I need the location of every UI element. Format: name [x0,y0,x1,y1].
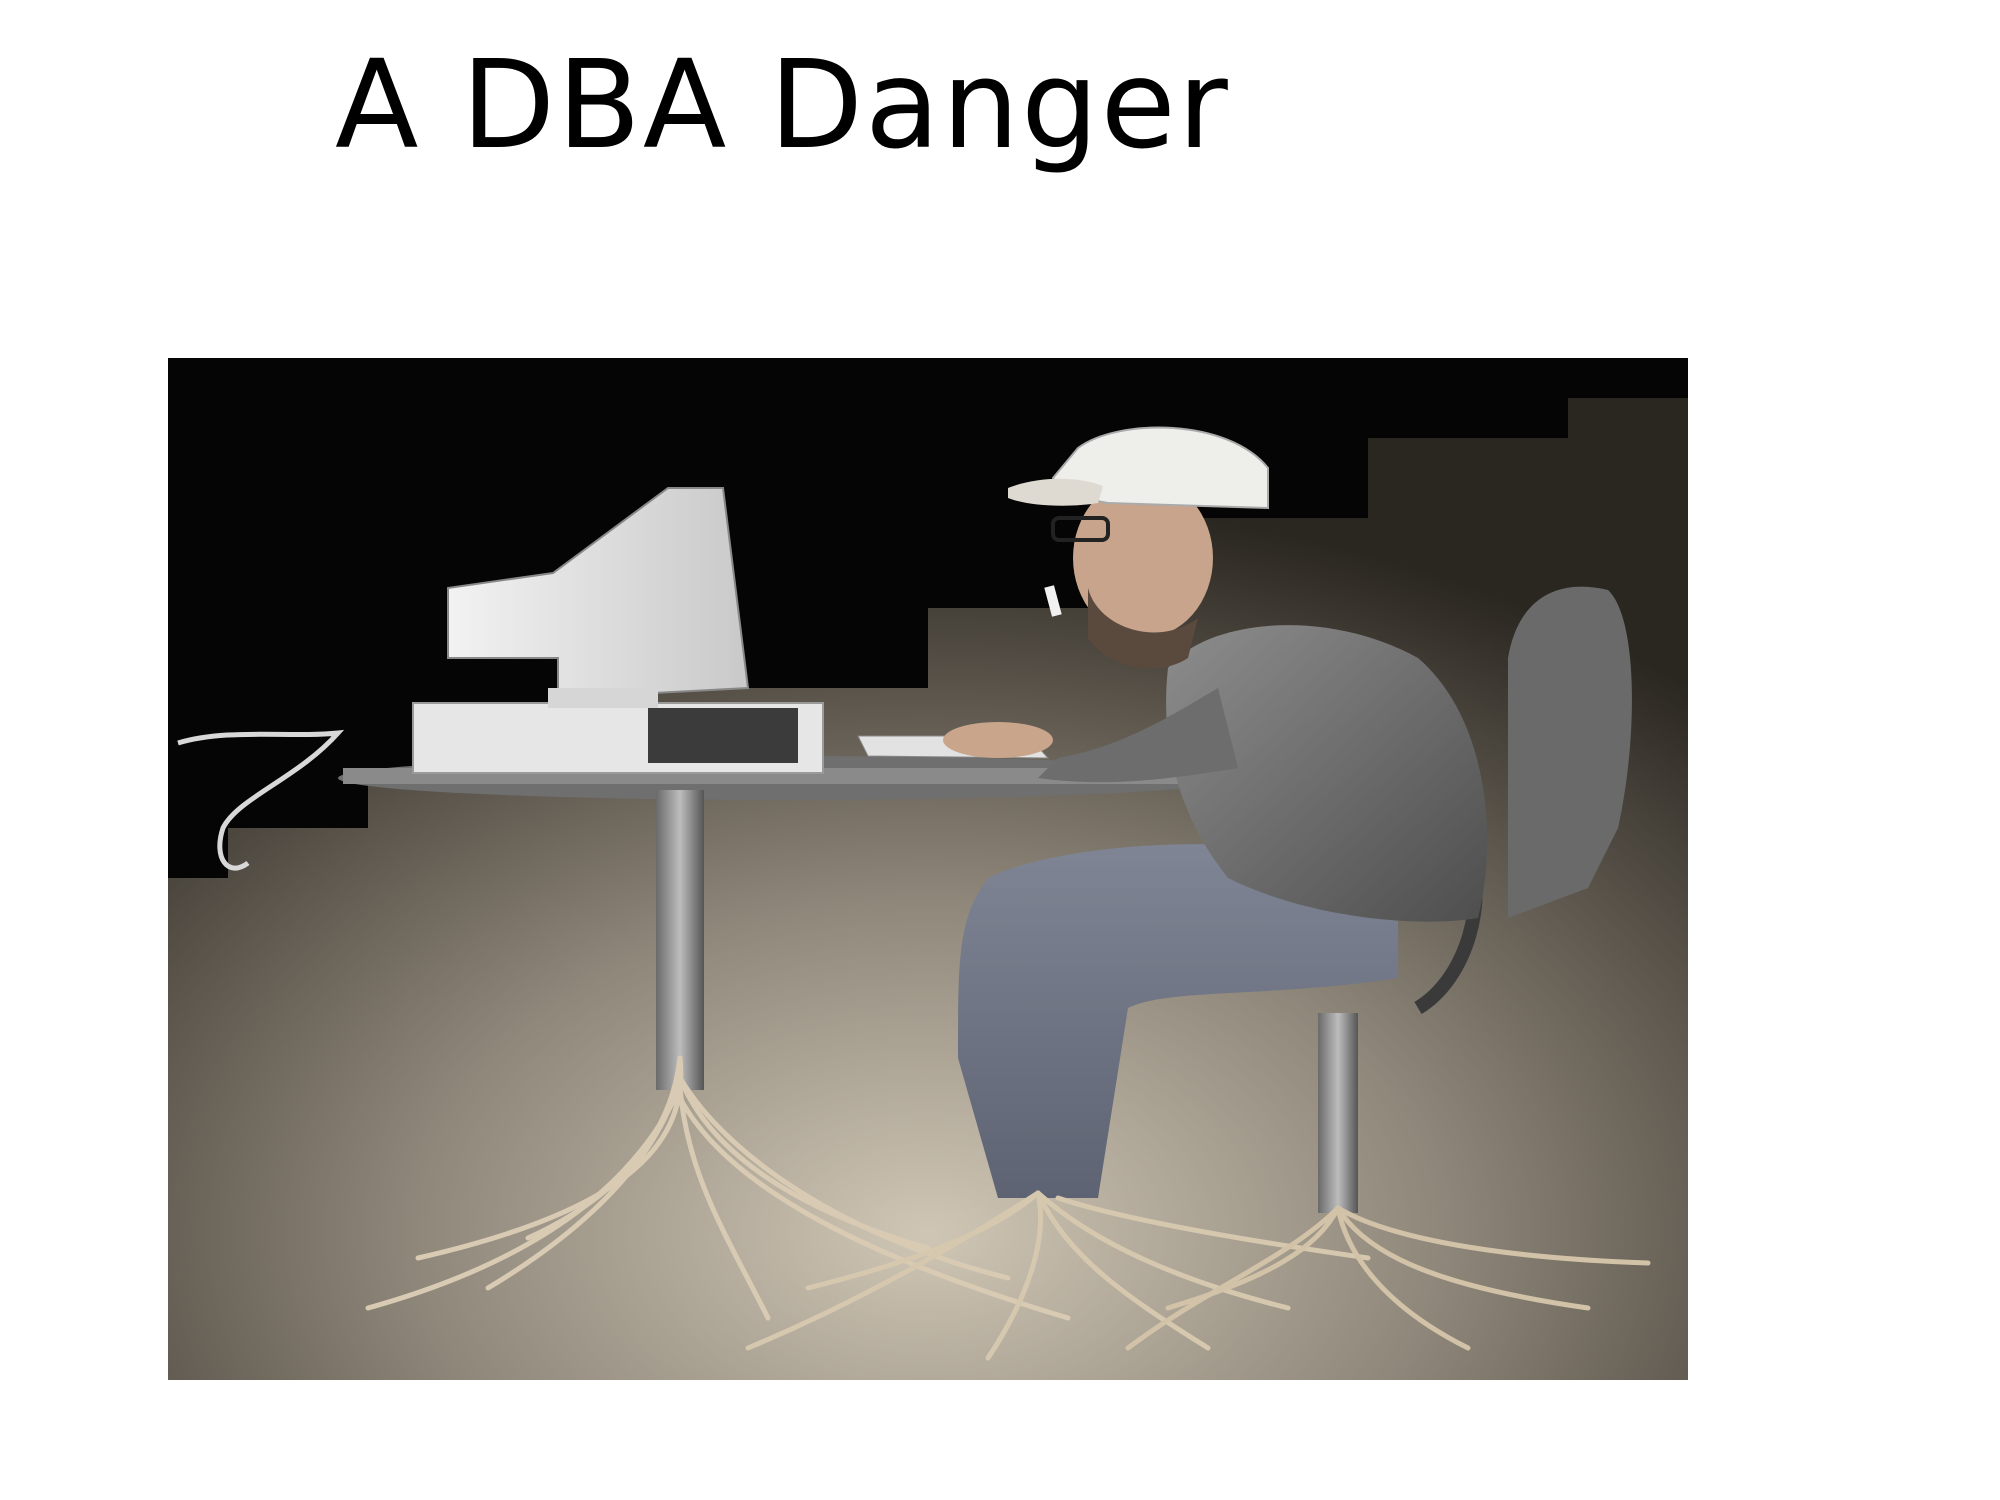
table-pole [656,790,704,1090]
slide-title: A DBA Danger [335,34,1230,176]
photo-svg [168,358,1688,1380]
chair-pole [1318,1013,1358,1213]
person-hands [943,722,1053,758]
slide: A DBA Danger [0,0,2000,1500]
illustration-photo [168,358,1688,1380]
